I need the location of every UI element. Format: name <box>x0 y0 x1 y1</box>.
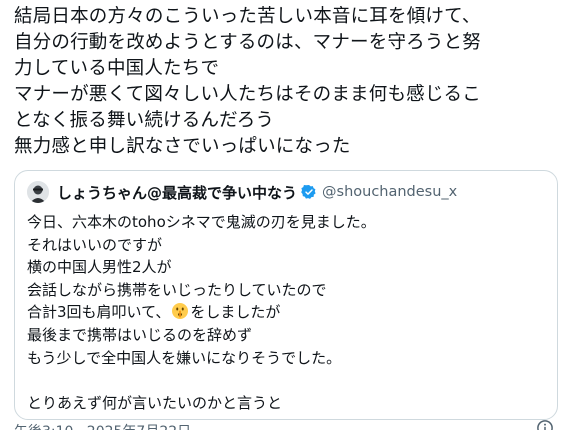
quote-line-1: 今日、六本木のtohoシネマで鬼滅の刃を見ました。 <box>27 213 376 231</box>
info-icon[interactable] <box>536 419 554 430</box>
post-line-6: 無力感と申し訳なさでいっぱいになった <box>14 136 351 157</box>
post-line-4: マナーが悪くて図々しい人たちはそのまま何も感じるこ <box>14 84 481 105</box>
quoted-author-name[interactable]: しょうちゃん@最高裁で争い中なう <box>57 182 297 203</box>
quote-line-2: それはいいのですが <box>27 235 163 254</box>
quote-line-blank <box>27 369 547 392</box>
post-text: 結局日本の方々のこういった苦しい本音に耳を傾けて、 自分の行動を改めようとするの… <box>14 4 570 160</box>
post-line-3: 力している中国人たちで <box>14 58 220 79</box>
avatar[interactable] <box>27 181 49 203</box>
post-line-1: 結局日本の方々のこういった苦しい本音に耳を傾けて、 <box>14 6 481 27</box>
quote-line-5: 合計3回も肩叩いて、 をしましたが <box>27 301 547 324</box>
quoted-author-handle[interactable]: @shouchandesu_x <box>322 184 457 200</box>
quote-line-3: 横の中国人男性2人が <box>27 258 172 277</box>
quote-line-7: もう少しで全中国人を嫌いになりそうでした。 <box>27 348 342 367</box>
shushing-face-icon <box>172 303 189 320</box>
post-line-5: となく振る舞い続けるんだろう <box>14 110 275 131</box>
quote-line-8: とりあえず何が言いたいのかと言うと <box>27 393 283 412</box>
quoted-post-card[interactable]: しょうちゃん@最高裁で争い中なう @shouchandesu_x 今日、六本木の… <box>14 170 558 420</box>
quoted-post-text: 今日、六本木のtohoシネマで鬼滅の刃を見ました。 それはいいのですが 横の中国… <box>27 211 547 414</box>
quote-line-4: 会話しながら携帯をいじったりしていたので <box>27 280 327 299</box>
verified-badge-icon <box>301 185 316 199</box>
quote-line-5-before: 合計3回も肩叩いて、 <box>27 303 171 322</box>
post-line-2: 自分の行動を改めようとするのは、マナーを守ろうと努 <box>14 32 481 53</box>
post-timestamp[interactable]: 午後3:10 · 2025年7月22日 <box>14 421 191 430</box>
quoted-post-header: しょうちゃん@最高裁で争い中なう @shouchandesu_x <box>27 181 457 203</box>
quote-line-5-after: をしましたが <box>190 303 281 322</box>
quote-line-6: 最後まで携帯はいじるのを辞めず <box>27 325 253 344</box>
avatar-image <box>27 181 49 203</box>
